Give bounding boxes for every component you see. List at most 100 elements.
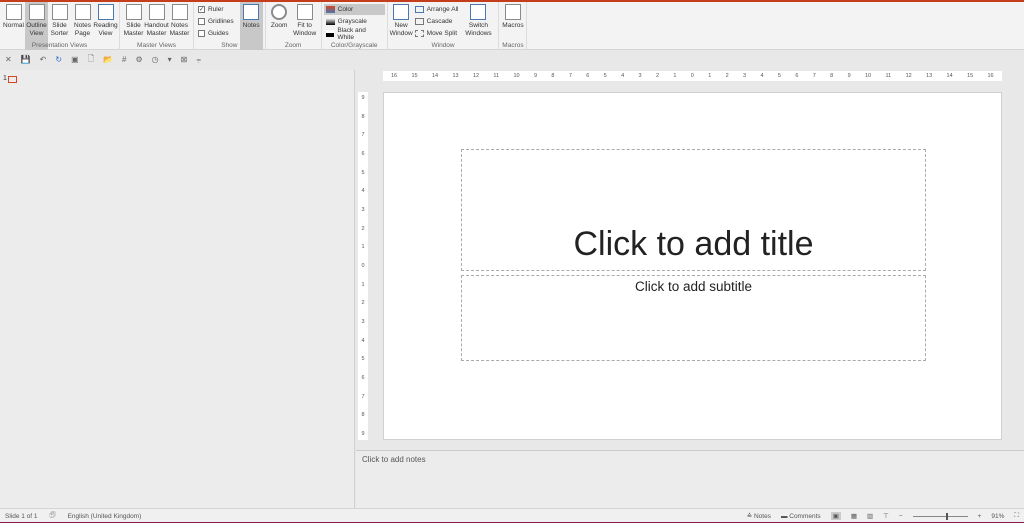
ruler-tick-label: 8 bbox=[361, 113, 365, 120]
gridlines-checkbox[interactable]: Gridlines bbox=[196, 16, 236, 27]
label: Move Split bbox=[426, 30, 458, 37]
ruler-tick-label: 5 bbox=[361, 356, 365, 363]
open-folder-icon[interactable]: 📂 bbox=[103, 55, 113, 64]
notes-pane[interactable]: Click to add notes bbox=[356, 450, 1024, 508]
ruler-tick-label: 12 bbox=[472, 73, 480, 79]
undo-icon[interactable]: ↶ bbox=[40, 55, 47, 64]
subtitle-placeholder[interactable]: Click to add subtitle bbox=[461, 275, 926, 361]
label: Black and White bbox=[337, 26, 366, 41]
label: New Window bbox=[389, 22, 413, 37]
shapes-icon[interactable]: ◷ bbox=[152, 55, 159, 64]
label: Normal bbox=[3, 22, 24, 29]
grid-icon[interactable]: # bbox=[122, 55, 126, 64]
slide-sorter-icon[interactable]: ▦ bbox=[851, 512, 857, 520]
ribbon-view-tab: Normal Outline View Slide Sorter Notes P… bbox=[0, 2, 1024, 50]
ruler-tick-label: 5 bbox=[777, 73, 781, 79]
ruler-checkbox[interactable]: ✓ Ruler bbox=[196, 4, 236, 15]
black-and-white-button[interactable]: Black and White bbox=[324, 26, 385, 41]
label: Switch Windows bbox=[465, 22, 492, 37]
ruler-tick-label: 16 bbox=[391, 73, 398, 79]
notes-icon bbox=[243, 4, 260, 20]
new-window-icon bbox=[393, 4, 410, 20]
label: Gridlines bbox=[208, 18, 234, 25]
notes-placeholder[interactable]: Click to add notes bbox=[362, 455, 426, 464]
label: Notes Master bbox=[169, 22, 190, 37]
ruler-tick-label: 7 bbox=[361, 132, 365, 139]
horizontal-ruler: 16 15 14 13 12 11 10 9 8 7 6 5 4 3 2 1 0 1 2 3 4 5 6 7 8 9 10 11 12 1… bbox=[383, 71, 1002, 81]
zoom-out-button[interactable]: − bbox=[899, 513, 903, 520]
presenter-icon[interactable]: ▣ bbox=[71, 55, 79, 64]
ruler-tick-label: 2 bbox=[655, 73, 659, 79]
ruler-tick-label: 13 bbox=[452, 73, 459, 79]
ruler-tick-label: 1 bbox=[361, 281, 365, 288]
quick-access-toolbar: ✕ 💾 ↶ ↻ ▣ 🗋 📂 # ⚙ ◷ ▾ ⊠ ⩦ bbox=[0, 51, 1024, 68]
color-button[interactable]: Color bbox=[323, 4, 385, 15]
ruler-tick-label: 11 bbox=[493, 73, 500, 79]
fit-slide-icon[interactable]: ⛶ bbox=[1014, 512, 1019, 520]
new-file-icon[interactable]: 🗋 bbox=[88, 53, 94, 67]
outline-view-icon bbox=[28, 4, 45, 20]
ruler-tick-label: 6 bbox=[361, 374, 365, 381]
ruler-tick-label: 6 bbox=[361, 150, 365, 157]
group-presentation-views: Normal Outline View Slide Sorter Notes P… bbox=[0, 2, 120, 50]
group-label: Show bbox=[221, 42, 238, 49]
arrange-all-icon bbox=[414, 6, 424, 13]
label: Notes bbox=[753, 513, 771, 520]
guides-checkbox[interactable]: Guides bbox=[196, 28, 236, 39]
slide-canvas[interactable]: Click to add title Click to add subtitle bbox=[383, 92, 1002, 440]
ruler-tick-label: 9 bbox=[361, 430, 365, 437]
box-icon[interactable]: ⊠ bbox=[181, 55, 188, 64]
reading-view-icon[interactable]: ▥ bbox=[867, 512, 873, 520]
move-split-button[interactable]: Move Split bbox=[413, 28, 461, 39]
ruler-tick-label: 14 bbox=[946, 73, 953, 79]
group-label: Window bbox=[431, 42, 455, 49]
checkbox-icon bbox=[198, 18, 205, 25]
ruler-tick-label: 12 bbox=[905, 73, 912, 79]
title-placeholder[interactable]: Click to add title bbox=[461, 149, 926, 271]
grayscale-icon bbox=[325, 18, 335, 25]
group-label: Presentation Views bbox=[31, 42, 88, 49]
spellcheck-icon[interactable]: 🗊 bbox=[50, 511, 56, 522]
redo-icon[interactable]: ↻ bbox=[55, 55, 62, 64]
ruler-tick-label: 15 bbox=[411, 73, 418, 79]
slide-thumbnail-icon[interactable] bbox=[8, 76, 17, 83]
vertical-ruler: 9 8 7 6 5 4 3 2 1 0 1 2 3 4 5 6 7 8 9 bbox=[358, 92, 368, 440]
label: Color bbox=[337, 6, 354, 13]
label: Notes bbox=[242, 22, 260, 29]
group-color-grayscale: Color Grayscale Black and White Color/Gr… bbox=[322, 2, 388, 50]
label: Reading View bbox=[93, 22, 118, 37]
magnifier-icon bbox=[271, 4, 288, 20]
grayscale-button[interactable]: Grayscale bbox=[324, 16, 385, 27]
notes-status-button[interactable]: ≙ Notes bbox=[747, 512, 771, 520]
zoom-in-button[interactable]: + bbox=[978, 513, 982, 520]
ruler-tick-label: 8 bbox=[361, 412, 365, 419]
ruler-tick-label: 3 bbox=[361, 318, 365, 325]
color-icon bbox=[325, 6, 335, 13]
settings-icon[interactable]: ⚙ bbox=[136, 55, 143, 64]
reading-view-icon bbox=[97, 4, 114, 20]
customize-icon[interactable]: ⩦ bbox=[196, 55, 201, 65]
slide-thumbnail-pane[interactable]: 1 bbox=[0, 70, 355, 508]
language-indicator[interactable]: English (United Kingdom) bbox=[68, 513, 142, 520]
comments-status-button[interactable]: ▬ Comments bbox=[781, 513, 821, 520]
group-label: Zoom bbox=[284, 42, 302, 49]
save-icon[interactable]: 💾 bbox=[21, 55, 31, 64]
ruler-tick-label: 7 bbox=[812, 73, 816, 79]
slide-sorter-icon bbox=[51, 4, 68, 20]
slideshow-icon[interactable]: ⊤ bbox=[883, 512, 889, 520]
close-icon[interactable]: ✕ bbox=[5, 55, 12, 64]
ruler-tick-label: 7 bbox=[568, 73, 572, 79]
dropdown-icon[interactable]: ▾ bbox=[168, 55, 172, 64]
zoom-level[interactable]: 91% bbox=[991, 513, 1004, 520]
cascade-button[interactable]: Cascade bbox=[413, 16, 461, 27]
ruler-tick-label: 5 bbox=[361, 169, 365, 176]
zoom-slider[interactable] bbox=[912, 512, 968, 520]
ruler-tick-label: 10 bbox=[513, 73, 520, 79]
label: Handout Master bbox=[144, 22, 169, 37]
normal-view-icon[interactable]: ▣ bbox=[830, 512, 841, 520]
arrange-all-button[interactable]: Arrange All bbox=[413, 4, 461, 15]
ruler-tick-label: 1 bbox=[673, 73, 677, 79]
label: Guides bbox=[208, 30, 229, 37]
label: Slide Sorter bbox=[50, 22, 69, 37]
zoom-slider-thumb[interactable] bbox=[945, 512, 948, 520]
